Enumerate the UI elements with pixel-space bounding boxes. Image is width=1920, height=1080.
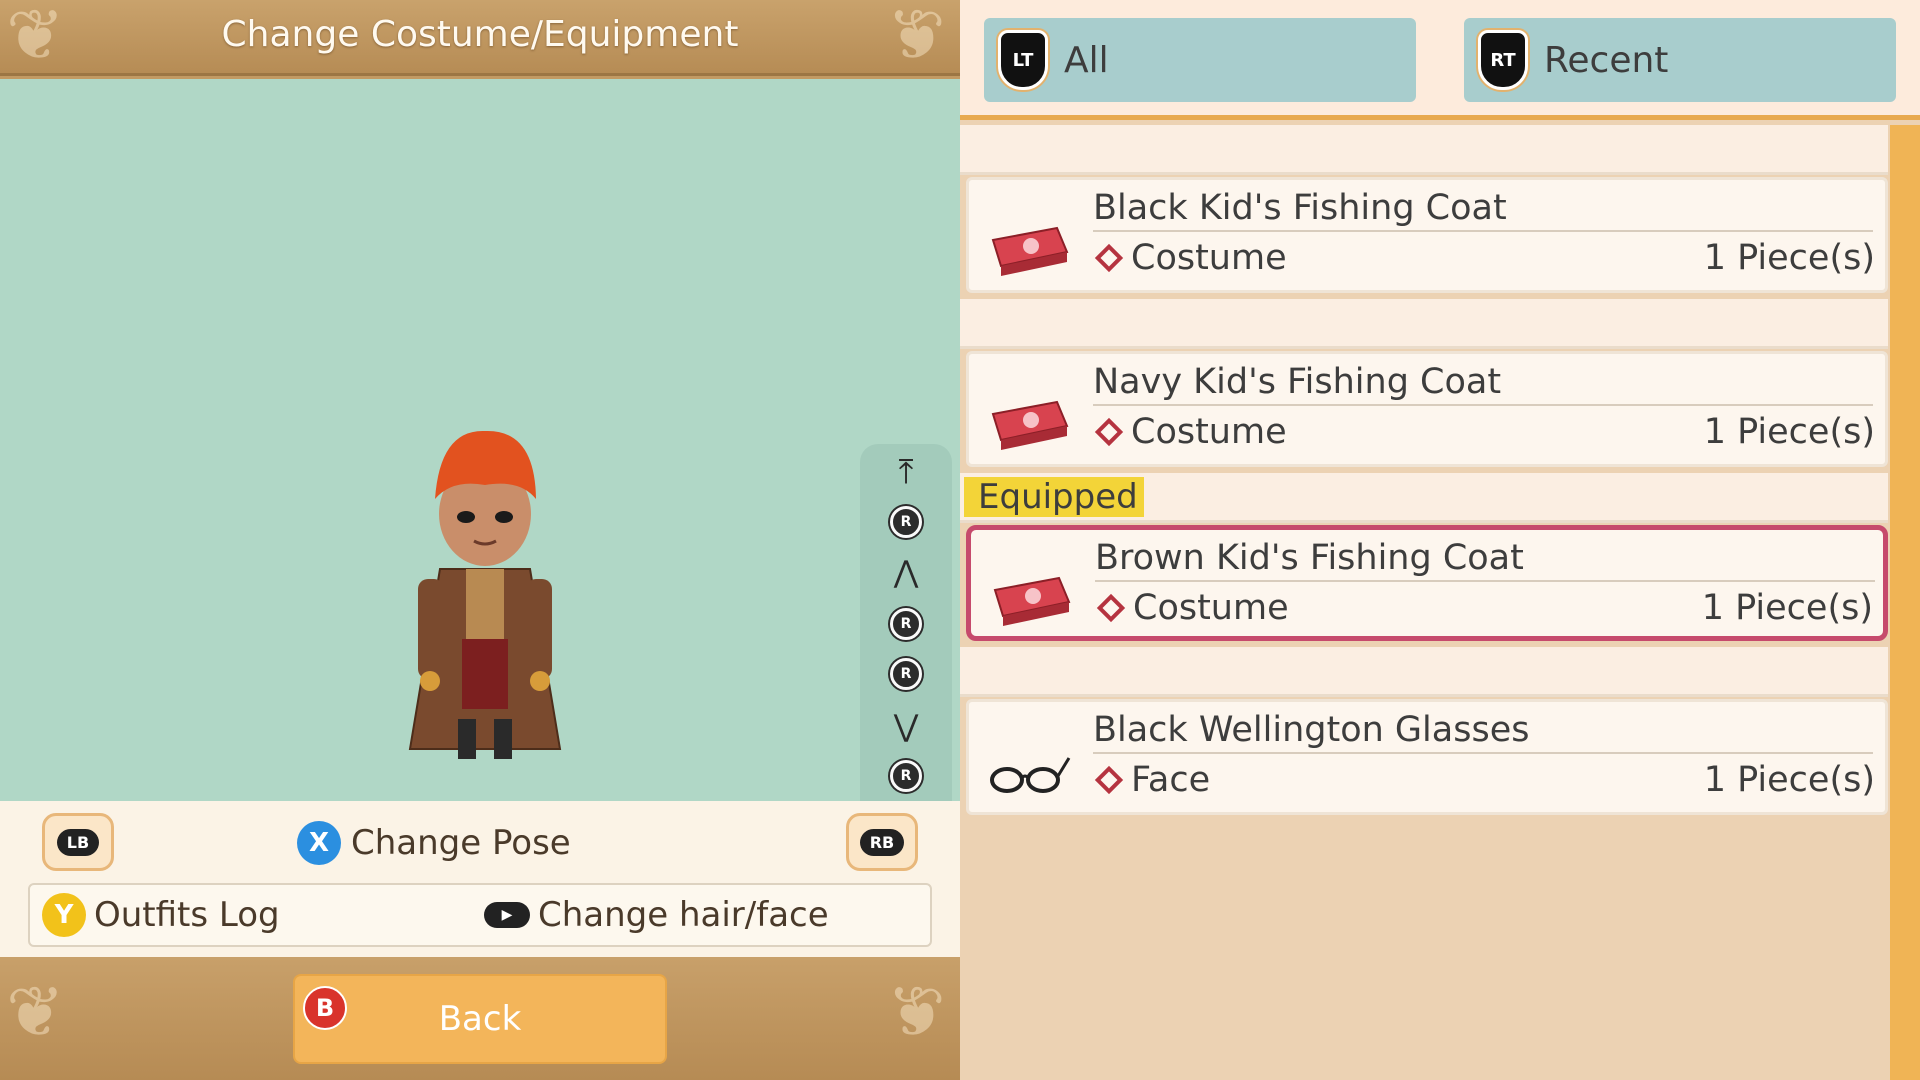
category-diamond-icon: [1094, 243, 1124, 273]
item-name: Brown Kid's Fishing Coat: [1095, 538, 1875, 582]
rb-button[interactable]: RB: [846, 813, 918, 871]
scroll-top-icon[interactable]: ⤒: [860, 452, 952, 492]
character-model: [408, 430, 562, 759]
character-viewport[interactable]: ⤒ R ⋀ R R ⋁ R ⤓: [0, 79, 960, 872]
x-button-icon: X: [297, 821, 341, 865]
y-button-icon: Y: [42, 893, 86, 937]
lb-button[interactable]: LB: [42, 813, 114, 871]
costume-case-icon: [991, 400, 1069, 450]
zoom-in-icon[interactable]: ⋀: [860, 552, 952, 592]
right-stick-click-icon: ▶: [484, 902, 530, 928]
item-name: Black Kid's Fishing Coat: [1093, 188, 1873, 232]
equipped-badge: Equipped: [964, 477, 1144, 517]
ornament-bottom-right-icon: ❦: [887, 971, 946, 1053]
list-item[interactable]: Navy Kid's Fishing Coat Costume 1 Piece(…: [966, 351, 1888, 467]
list-scrollbar[interactable]: [1890, 125, 1920, 1080]
outfits-log-label: Outfits Log: [94, 895, 280, 935]
category-diamond-icon: [1094, 765, 1124, 795]
list-item[interactable]: Black Kid's Fishing Coat Costume 1 Piece…: [966, 177, 1888, 293]
item-list-panel: LT All RT Recent Black Kid's Fishing Coa…: [960, 0, 1920, 1080]
r-stick-left-icon[interactable]: R: [860, 604, 952, 644]
category-diamond-icon: [1096, 593, 1126, 623]
change-hair-face-label: Change hair/face: [538, 895, 829, 935]
category-diamond-icon: [1094, 417, 1124, 447]
item-quantity: 1 Piece(s): [1701, 588, 1873, 628]
item-quantity: 1 Piece(s): [1703, 760, 1875, 800]
change-pose-button[interactable]: X Change Pose: [297, 821, 571, 865]
list-separator: [960, 647, 1888, 697]
r-stick-up-icon[interactable]: R: [860, 502, 952, 542]
secondary-actions: Y Outfits Log ▶ Change hair/face: [28, 883, 932, 947]
page-title: Change Costume/Equipment: [221, 14, 739, 55]
item-type: Costume: [1095, 588, 1289, 628]
rt-button-icon: RT: [1478, 30, 1528, 90]
item-type: Costume: [1093, 412, 1287, 452]
list-separator: [960, 125, 1888, 175]
item-name: Navy Kid's Fishing Coat: [1093, 362, 1873, 406]
glasses-icon: [990, 757, 1071, 793]
title-bar: ❦ ❦ Change Costume/Equipment: [0, 0, 960, 76]
item-list: Black Kid's Fishing Coat Costume 1 Piece…: [960, 125, 1888, 825]
costume-case-icon: [993, 576, 1071, 626]
list-item-selected[interactable]: Brown Kid's Fishing Coat Costume 1 Piece…: [966, 525, 1888, 641]
change-pose-label: Change Pose: [351, 823, 571, 863]
item-type: Face: [1093, 760, 1210, 800]
lt-button-icon: LT: [998, 30, 1048, 90]
item-type: Costume: [1093, 238, 1287, 278]
r-stick-right-icon[interactable]: R: [860, 654, 952, 694]
list-separator: Equipped: [960, 473, 1888, 523]
change-hair-face-button[interactable]: ▶ Change hair/face: [484, 895, 829, 935]
list-separator: [960, 299, 1888, 349]
costume-case-icon: [991, 226, 1069, 276]
tab-all[interactable]: LT All: [984, 18, 1416, 102]
b-button-icon: B: [303, 986, 347, 1030]
back-button[interactable]: B Back: [293, 974, 667, 1064]
item-quantity: 1 Piece(s): [1703, 238, 1875, 278]
outfits-log-button[interactable]: Y Outfits Log: [42, 893, 280, 937]
filter-tabs: LT All RT Recent: [960, 0, 1920, 120]
item-name: Black Wellington Glasses: [1093, 710, 1873, 754]
tab-recent[interactable]: RT Recent: [1464, 18, 1896, 102]
ornament-bottom-left-icon: ❦: [6, 971, 65, 1053]
item-quantity: 1 Piece(s): [1703, 412, 1875, 452]
back-label: Back: [438, 999, 522, 1039]
list-item[interactable]: Black Wellington Glasses Face 1 Piece(s): [966, 699, 1888, 815]
r-stick-down-icon[interactable]: R: [860, 756, 952, 796]
controls-bar: LB X Change Pose RB Y Outfits Log ▶ Chan…: [0, 801, 960, 957]
zoom-out-icon[interactable]: ⋁: [860, 706, 952, 746]
preview-panel: ❦ ❦ Change Costume/Equipment ⤒ R ⋀ R R ⋁…: [0, 0, 960, 1080]
bottom-bar: ❦ ❦ B Back: [0, 957, 960, 1080]
